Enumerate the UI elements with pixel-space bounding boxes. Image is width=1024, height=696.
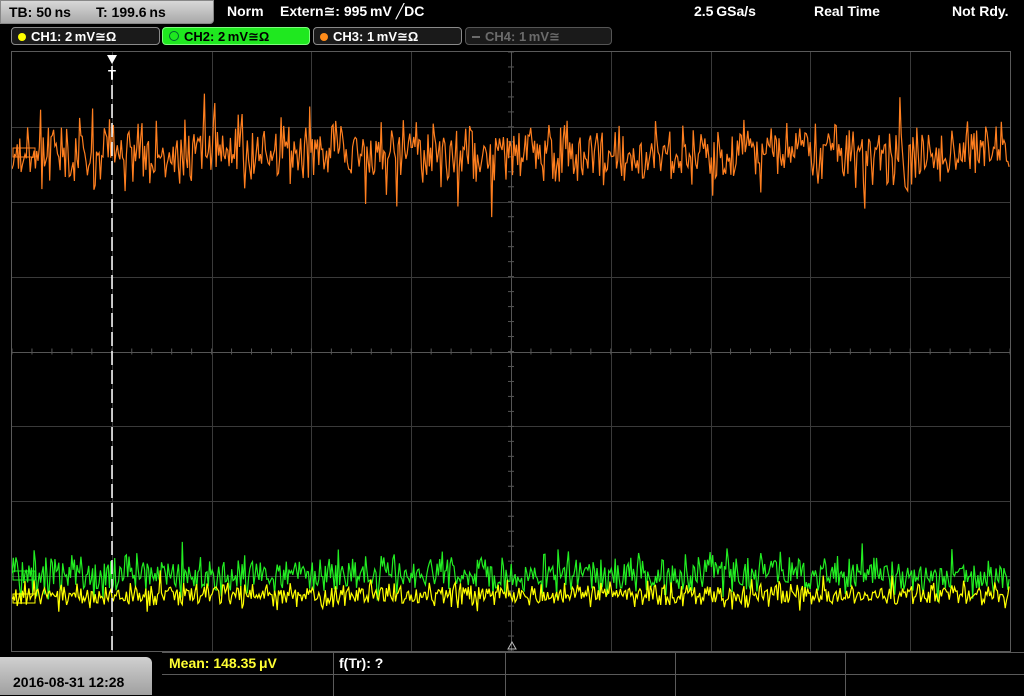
ch3-label: CH3: 1 mV≅Ω [333,29,419,44]
trigger-time-value: T: 199.6 ns [96,4,166,20]
ch4-label: CH4: 1 mV≅ [485,29,560,44]
ftr-measurement[interactable]: f(Tr): ? [339,655,383,671]
trigger-source[interactable]: Extern≅: 995 mV ╱DC [280,3,424,20]
measurement-row-divider [162,674,1024,675]
ch3-indicator-icon [320,33,328,41]
ch2-indicator-icon [169,31,179,41]
trigger-marker-label: T [108,67,116,82]
mean-measurement[interactable]: Mean: 148.35 μV [169,655,277,671]
status-bar: TB: 50 ns T: 199.6 ns Norm Extern≅: 995 … [0,0,1024,24]
timebase-panel[interactable]: TB: 50 ns T: 199.6 ns [0,0,214,24]
ch2-label: CH2: 2 mV≅Ω [184,29,270,44]
channel-bar: CH1: 2 mV≅Ω CH2: 2 mV≅Ω CH3: 1 mV≅Ω CH4:… [0,26,1024,48]
ch1-indicator-icon [18,33,26,41]
acquisition-state: Not Rdy. [952,3,1009,19]
trigger-mode[interactable]: Norm [227,3,264,19]
acquisition-mode: Real Time [814,3,880,19]
timebase-value: TB: 50 ns [9,4,71,20]
waveform-display[interactable]: T [11,51,1011,652]
trigger-arrow-icon[interactable] [107,55,117,64]
ch1-label: CH1: 2 mV≅Ω [31,29,117,44]
channel-tab-ch4[interactable]: CH4: 1 mV≅ [465,27,612,45]
ch4-disabled-icon [472,36,480,38]
datetime-panel: 2016-08-31 12:28 [0,657,152,695]
measurement-bar: Mean: 148.35 μV f(Tr): ? [162,652,1024,696]
channel-tab-ch3[interactable]: CH3: 1 mV≅Ω [313,27,462,45]
sample-rate: 2.5 GSa/s [694,3,756,19]
waveform-canvas: T [12,52,1010,651]
datetime-value: 2016-08-31 12:28 [13,674,125,690]
channel-tab-ch2[interactable]: CH2: 2 mV≅Ω [162,27,310,45]
graticule [12,52,1010,651]
channel-tab-ch1[interactable]: CH1: 2 mV≅Ω [11,27,160,45]
